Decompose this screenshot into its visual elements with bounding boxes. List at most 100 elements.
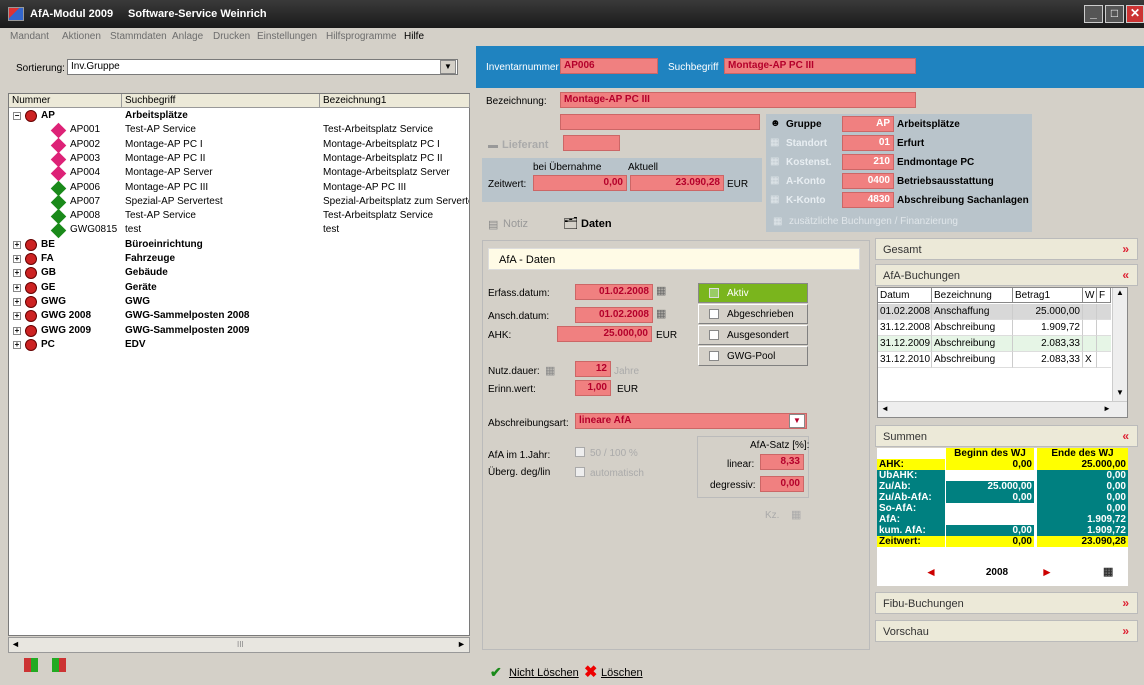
calculator-icon[interactable]: ▦ — [1103, 567, 1117, 578]
lieferant-field[interactable] — [563, 135, 620, 151]
buch-cell[interactable]: 2.083,33 — [1013, 336, 1083, 352]
info-code-field[interactable]: AP — [842, 116, 894, 132]
calendar-icon[interactable]: ▦ — [656, 284, 666, 297]
buch-cell[interactable] — [1083, 304, 1097, 320]
tree-row[interactable]: AP001 Test-AP Service Test-Arbeitsplatz Se… — [9, 123, 469, 139]
erfass-field[interactable]: 01.02.2008 — [575, 284, 653, 300]
scroll-thumb[interactable]: III — [237, 640, 244, 649]
check-icon[interactable]: ✔ — [490, 664, 502, 681]
col-suchbegriff[interactable]: Suchbegriff — [122, 94, 320, 108]
buch-col-header[interactable]: F — [1097, 288, 1111, 303]
status-ausgesondert[interactable]: Ausgesondert — [698, 325, 808, 345]
section-gesamt[interactable]: Gesamt » — [875, 238, 1138, 260]
nicht-loeschen-button[interactable]: Nicht Löschen — [509, 667, 579, 679]
scroll-left-icon[interactable]: ◄ — [11, 639, 20, 649]
tree-row[interactable]: + GWG 2008 GWG-Sammelposten 2008 — [9, 309, 469, 323]
section-buchungen[interactable]: AfA-Buchungen « — [875, 264, 1138, 286]
menu-stammdaten[interactable]: Stammdaten — [110, 31, 167, 42]
buch-cell[interactable] — [1083, 336, 1097, 352]
nutz-field[interactable]: 12 — [575, 361, 611, 377]
section-summen[interactable]: Summen « — [875, 425, 1138, 447]
daten-tab[interactable]: Daten — [581, 218, 612, 230]
aktiv-checkbox[interactable] — [709, 288, 719, 298]
calendar-icon[interactable]: ▦ — [656, 307, 666, 320]
buch-col-header[interactable]: W — [1083, 288, 1097, 303]
art-select[interactable]: lineare AfA ▼ — [575, 413, 807, 429]
buch-col-header[interactable]: Betrag1 — [1013, 288, 1083, 303]
buch-cell[interactable]: Abschreibung — [932, 336, 1013, 352]
gwg-checkbox[interactable] — [709, 351, 719, 361]
buch-cell[interactable]: 31.12.2009 — [878, 336, 932, 352]
zeitwert-bei-field[interactable]: 0,00 — [533, 175, 627, 191]
tree-row[interactable]: − AP Arbeitsplätze — [9, 109, 469, 123]
inv-field[interactable]: AP006 — [560, 58, 658, 74]
loeschen-button[interactable]: Löschen — [601, 667, 643, 679]
tool-icon-1[interactable] — [24, 658, 38, 672]
status-aktiv[interactable]: Aktiv — [698, 283, 808, 303]
menu-anlage[interactable]: Anlage — [172, 31, 203, 42]
chevron-down-icon[interactable]: ▼ — [789, 414, 805, 428]
minimize-button[interactable]: _ — [1084, 5, 1103, 23]
info-code-field[interactable]: 210 — [842, 154, 894, 170]
status-abgeschrieben[interactable]: Abgeschrieben — [698, 304, 808, 324]
calculator-icon[interactable]: ▦ — [791, 508, 801, 521]
info-code-field[interactable]: 4830 — [842, 192, 894, 208]
section-vorschau[interactable]: Vorschau » — [875, 620, 1138, 642]
horizontal-scrollbar[interactable]: ◄ III ► — [8, 637, 470, 653]
horizontal-scrollbar[interactable]: ◄ ► — [878, 401, 1127, 417]
scroll-right-icon[interactable]: ► — [457, 639, 466, 649]
bez2-field[interactable] — [560, 114, 760, 130]
buch-cell[interactable] — [1083, 320, 1097, 336]
menu-mandant[interactable]: Mandant — [10, 31, 49, 42]
info-code-field[interactable]: 01 — [842, 135, 894, 151]
tree-row[interactable]: AP007 Spezial-AP Servertest Spezial-Arbeit… — [9, 194, 469, 211]
tree-row[interactable]: + GWG GWG — [9, 295, 469, 309]
expand-icon[interactable]: + — [13, 255, 21, 263]
buch-cell[interactable] — [1097, 304, 1111, 320]
notiz-tab[interactable]: Notiz — [503, 218, 528, 230]
vertical-scrollbar[interactable]: ▲ ▼ — [1112, 288, 1127, 401]
buch-cell[interactable] — [1097, 320, 1111, 336]
maximize-button[interactable]: □ — [1105, 5, 1124, 23]
such-field[interactable]: Montage-AP PC III — [724, 58, 916, 74]
col-bezeichnung1[interactable]: Bezeichnung1 — [320, 94, 470, 108]
lieferant-label[interactable]: Lieferant — [502, 139, 548, 151]
prev-year-arrow[interactable]: ◄ — [925, 566, 941, 578]
tree-row[interactable]: + FA Fahrzeuge — [9, 252, 469, 266]
degr-field[interactable]: 0,00 — [760, 476, 804, 492]
menu-aktionen[interactable]: Aktionen — [62, 31, 101, 42]
tree-row[interactable]: AP008 Test-AP Service Test-Arbeitsplatz Se… — [9, 208, 469, 225]
tree-row[interactable]: AP006 Montage-AP PC III Montage-AP PC III — [9, 180, 469, 196]
expand-icon[interactable]: + — [13, 326, 21, 335]
linear-field[interactable]: 8,33 — [760, 454, 804, 470]
ueberg-checkbox[interactable] — [575, 467, 585, 477]
bez-field[interactable]: Montage-AP PC III — [560, 92, 916, 108]
expand-icon[interactable]: − — [13, 112, 21, 120]
ahk-field[interactable]: 25.000,00 — [557, 326, 652, 342]
tree-row[interactable]: GWG0815 test test — [9, 223, 469, 239]
buch-cell[interactable]: 2.083,33 — [1013, 352, 1083, 368]
tree-row[interactable]: AP002 Montage-AP PC I Montage-Arbeitsplatz… — [9, 137, 469, 153]
expand-icon[interactable]: + — [13, 283, 21, 292]
close-button[interactable]: ✕ — [1126, 5, 1144, 23]
tree-row[interactable]: + GE Geräte — [9, 281, 469, 295]
scroll-left-icon[interactable]: ◄ — [881, 404, 889, 413]
buch-cell[interactable]: X — [1083, 352, 1097, 368]
tree-row[interactable]: + GB Gebäude — [9, 266, 469, 280]
tree-row[interactable]: + PC EDV — [9, 338, 469, 352]
scroll-right-icon[interactable]: ► — [1103, 404, 1111, 413]
tree-row[interactable]: + GWG 2009 GWG-Sammelposten 2009 — [9, 324, 469, 338]
tree-row[interactable]: + BE Büroeinrichtung — [9, 238, 469, 252]
tree-row[interactable]: AP004 Montage-AP Server Montage-Arbeitspla… — [9, 165, 469, 182]
jahr1-checkbox[interactable] — [575, 447, 585, 457]
expand-icon[interactable]: + — [13, 340, 21, 349]
scroll-down-icon[interactable]: ▼ — [1116, 388, 1124, 397]
buch-col-header[interactable]: Bezeichnung — [932, 288, 1013, 303]
ansch-field[interactable]: 01.02.2008 — [575, 307, 653, 323]
menu-drucken[interactable]: Drucken — [213, 31, 250, 42]
col-nummer[interactable]: Nummer — [9, 94, 122, 108]
delete-icon[interactable]: ✖ — [584, 662, 597, 682]
buch-cell[interactable] — [1097, 352, 1111, 368]
menu-hilfe[interactable]: Hilfe — [404, 31, 424, 42]
expand-icon[interactable]: + — [13, 297, 21, 306]
